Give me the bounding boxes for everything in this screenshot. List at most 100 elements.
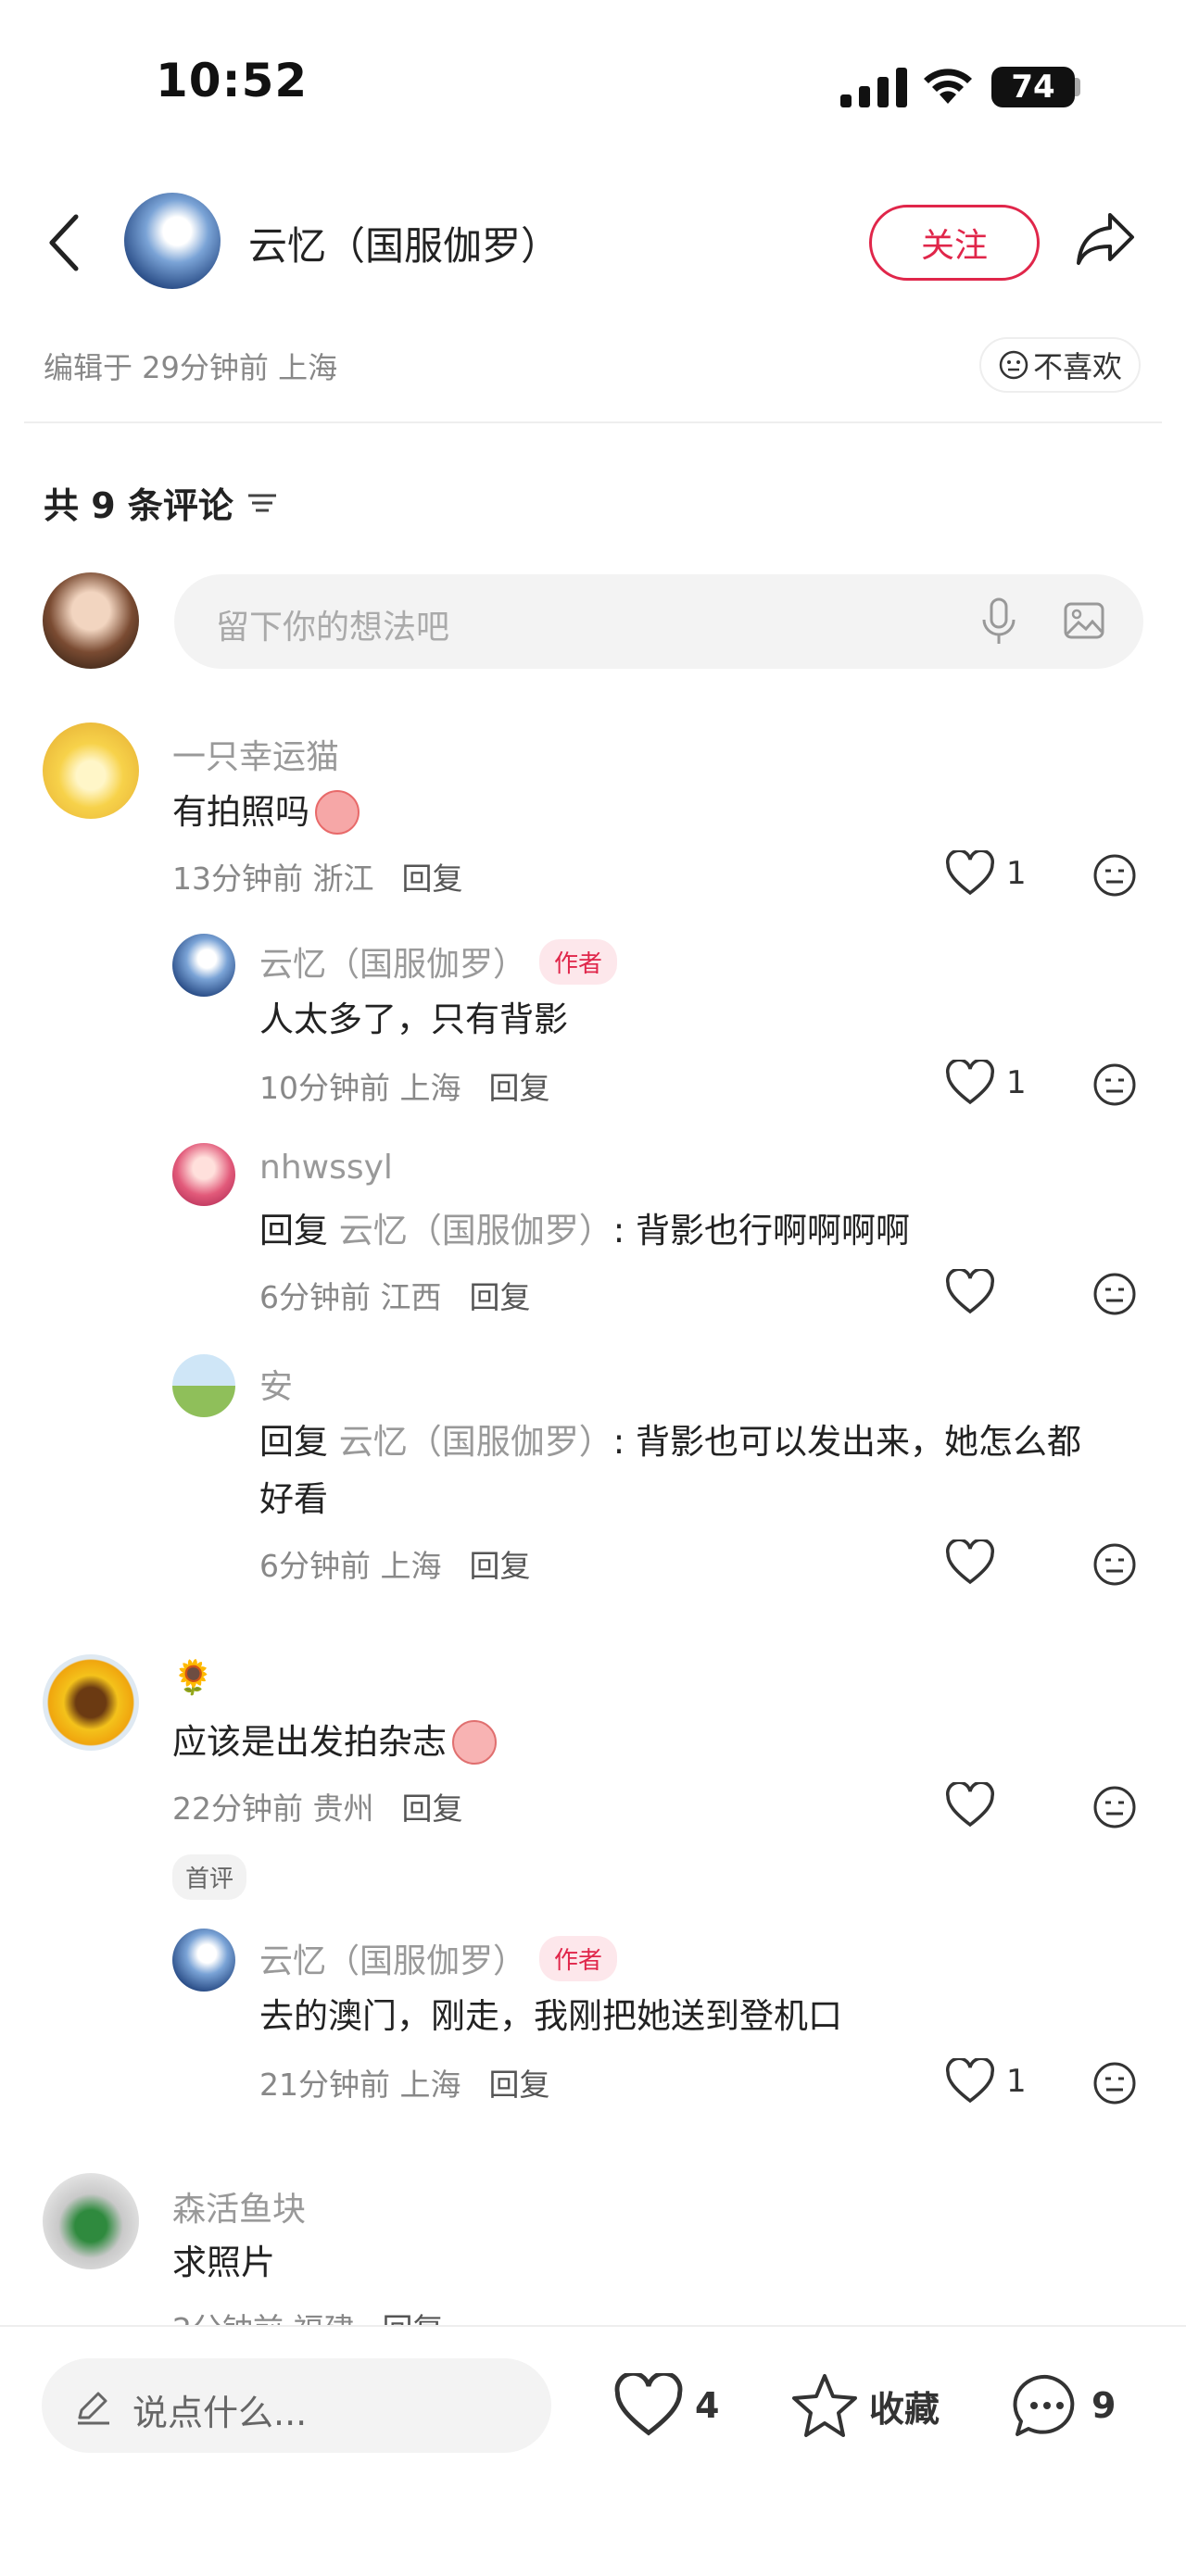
follow-button[interactable]: 关注 xyxy=(869,205,1040,281)
dislike-face-icon[interactable] xyxy=(1091,1784,1138,1830)
dislike-face-icon[interactable] xyxy=(1091,852,1138,898)
comment-input-placeholder: 留下你的想法吧 xyxy=(216,609,450,647)
heart-icon xyxy=(946,2058,994,2104)
reply-button[interactable]: 回复 xyxy=(470,1548,531,1584)
comment-time-location: 13分钟前 浙江 xyxy=(172,861,374,897)
comment-bubble-icon xyxy=(1013,2374,1075,2436)
heart-icon xyxy=(946,850,994,896)
status-time: 10:52 xyxy=(156,54,309,107)
reply-nickname[interactable]: 云忆（国服伽罗） xyxy=(259,937,526,986)
comment-avatar[interactable] xyxy=(43,2173,139,2269)
reply-content[interactable]: 去的澳门，刚走，我刚把她送到登机口 xyxy=(259,1988,842,2045)
heart-icon xyxy=(946,1539,994,1585)
reply-button[interactable]: 回复 xyxy=(488,2067,549,2103)
reply-content[interactable]: 人太多了，只有背影 xyxy=(259,991,568,1049)
edited-info: 编辑于 29分钟前 上海 xyxy=(44,350,338,385)
signal-icon xyxy=(839,67,913,107)
comment-time-location: 22分钟前 贵州 xyxy=(172,1791,374,1827)
reply-avatar[interactable] xyxy=(172,934,235,997)
author-avatar[interactable] xyxy=(124,193,221,289)
pencil-icon xyxy=(72,2386,113,2427)
comment-meta: 22分钟前 贵州 回复 xyxy=(172,1784,462,1828)
reply-time-location: 6分钟前 江西 xyxy=(259,1279,442,1315)
dislike-face-icon[interactable] xyxy=(1091,1271,1138,1317)
comment-total[interactable]: 共 9 条评论 xyxy=(44,477,280,528)
comment-nickname[interactable]: 🌻 xyxy=(172,1658,214,1697)
reply-avatar[interactable] xyxy=(172,1354,235,1417)
comment-avatar[interactable] xyxy=(43,723,139,819)
author-badge: 作者 xyxy=(539,938,618,985)
author-name[interactable]: 云忆（国服伽罗） xyxy=(248,215,560,271)
author-badge: 作者 xyxy=(539,1935,618,1981)
like-count: 1 xyxy=(1006,855,1027,892)
emoji-sticker xyxy=(452,1720,497,1765)
mic-icon[interactable] xyxy=(978,596,1019,647)
dislike-face-icon[interactable] xyxy=(1091,1062,1138,1108)
like-count: 1 xyxy=(1006,2063,1027,2100)
reply-button[interactable]: 回复 xyxy=(401,1791,462,1827)
reply-text-line2: 好看 xyxy=(259,1479,328,1519)
reply-to-user[interactable]: 云忆（国服伽罗） xyxy=(339,1211,613,1250)
like-button[interactable] xyxy=(945,1269,995,1315)
comment-content[interactable]: 应该是出发拍杂志 xyxy=(172,1714,497,1771)
dislike-face-icon[interactable] xyxy=(1091,2060,1138,2106)
reply-nickname[interactable]: nhwssyl xyxy=(259,1149,393,1187)
neutral-face-icon xyxy=(999,350,1028,380)
reply-text: : 背影也可以发出来，她怎么都 xyxy=(612,1422,1081,1462)
comment-nickname[interactable]: 森活鱼块 xyxy=(172,2182,306,2230)
comment-avatar[interactable] xyxy=(43,1654,139,1751)
sort-icon xyxy=(247,494,276,511)
like-button[interactable]: 1 xyxy=(945,2058,1027,2105)
divider xyxy=(24,421,1162,423)
reply-nickname[interactable]: 安 xyxy=(259,1360,293,1408)
reply-content[interactable]: 回复 云忆（国服伽罗）: 背影也可以发出来，她怎么都 好看 xyxy=(259,1414,1149,1528)
say-something-placeholder: 说点什么... xyxy=(132,2393,308,2433)
reply-to-user[interactable]: 云忆（国服伽罗） xyxy=(339,1422,613,1462)
like-count: 1 xyxy=(1006,1064,1027,1101)
reply-button[interactable]: 回复 xyxy=(401,861,462,897)
reply-meta: 6分钟前 上海 回复 xyxy=(259,1541,531,1586)
battery-icon: 74 xyxy=(991,67,1075,107)
heart-icon xyxy=(614,2373,683,2436)
reply-header: 云忆（国服伽罗） 作者 xyxy=(259,937,618,986)
reply-button[interactable]: 回复 xyxy=(470,1279,531,1315)
reply-meta: 21分钟前 上海 回复 xyxy=(259,2060,549,2105)
star-icon xyxy=(792,2374,857,2437)
image-icon[interactable] xyxy=(1062,598,1106,643)
reply-meta: 6分钟前 江西 回复 xyxy=(259,1273,531,1317)
reply-text: : 背影也行啊啊啊啊 xyxy=(612,1211,910,1250)
collect-label: 收藏 xyxy=(869,2388,940,2430)
comment-count: 9 xyxy=(1091,2385,1117,2426)
share-icon[interactable] xyxy=(1075,209,1136,267)
reply-prefix: 回复 xyxy=(259,1211,328,1250)
comment-nickname[interactable]: 一只幸运猫 xyxy=(172,730,339,778)
reply-content[interactable]: 回复 云忆（国服伽罗）: 背影也行啊啊啊啊 xyxy=(259,1202,910,1260)
like-button[interactable] xyxy=(945,1539,995,1586)
reply-time-location: 10分钟前 上海 xyxy=(259,1070,461,1106)
wifi-icon xyxy=(921,63,975,106)
collect-button[interactable]: 收藏 xyxy=(789,2371,940,2440)
comment-content[interactable]: 求照片 xyxy=(172,2234,275,2292)
first-comment-badge: 首评 xyxy=(172,1854,247,1900)
comment-total-label: 共 9 条评论 xyxy=(44,485,233,526)
post-like-count: 4 xyxy=(695,2385,720,2426)
dislike-button[interactable]: 不喜欢 xyxy=(979,337,1141,393)
reply-prefix: 回复 xyxy=(259,1422,328,1462)
like-button[interactable]: 1 xyxy=(945,850,1027,897)
reply-avatar[interactable] xyxy=(172,1143,235,1206)
like-button[interactable] xyxy=(945,1782,995,1828)
reply-button[interactable]: 回复 xyxy=(488,1070,549,1106)
reply-nickname[interactable]: 云忆（国服伽罗） xyxy=(259,1934,526,1982)
comment-button[interactable]: 9 xyxy=(1012,2371,1116,2440)
reply-header: 云忆（国服伽罗） 作者 xyxy=(259,1934,618,1982)
comment-text: 有拍照吗 xyxy=(172,792,309,832)
like-button[interactable]: 1 xyxy=(945,1060,1027,1106)
reply-time-location: 21分钟前 上海 xyxy=(259,2067,461,2103)
dislike-face-icon[interactable] xyxy=(1091,1541,1138,1588)
reply-meta: 10分钟前 上海 回复 xyxy=(259,1063,549,1108)
post-like-button[interactable]: 4 xyxy=(613,2373,719,2438)
dislike-label: 不喜欢 xyxy=(1032,349,1122,384)
reply-avatar[interactable] xyxy=(172,1929,235,1992)
comment-content[interactable]: 有拍照吗 xyxy=(172,784,360,841)
back-icon[interactable] xyxy=(46,213,83,272)
